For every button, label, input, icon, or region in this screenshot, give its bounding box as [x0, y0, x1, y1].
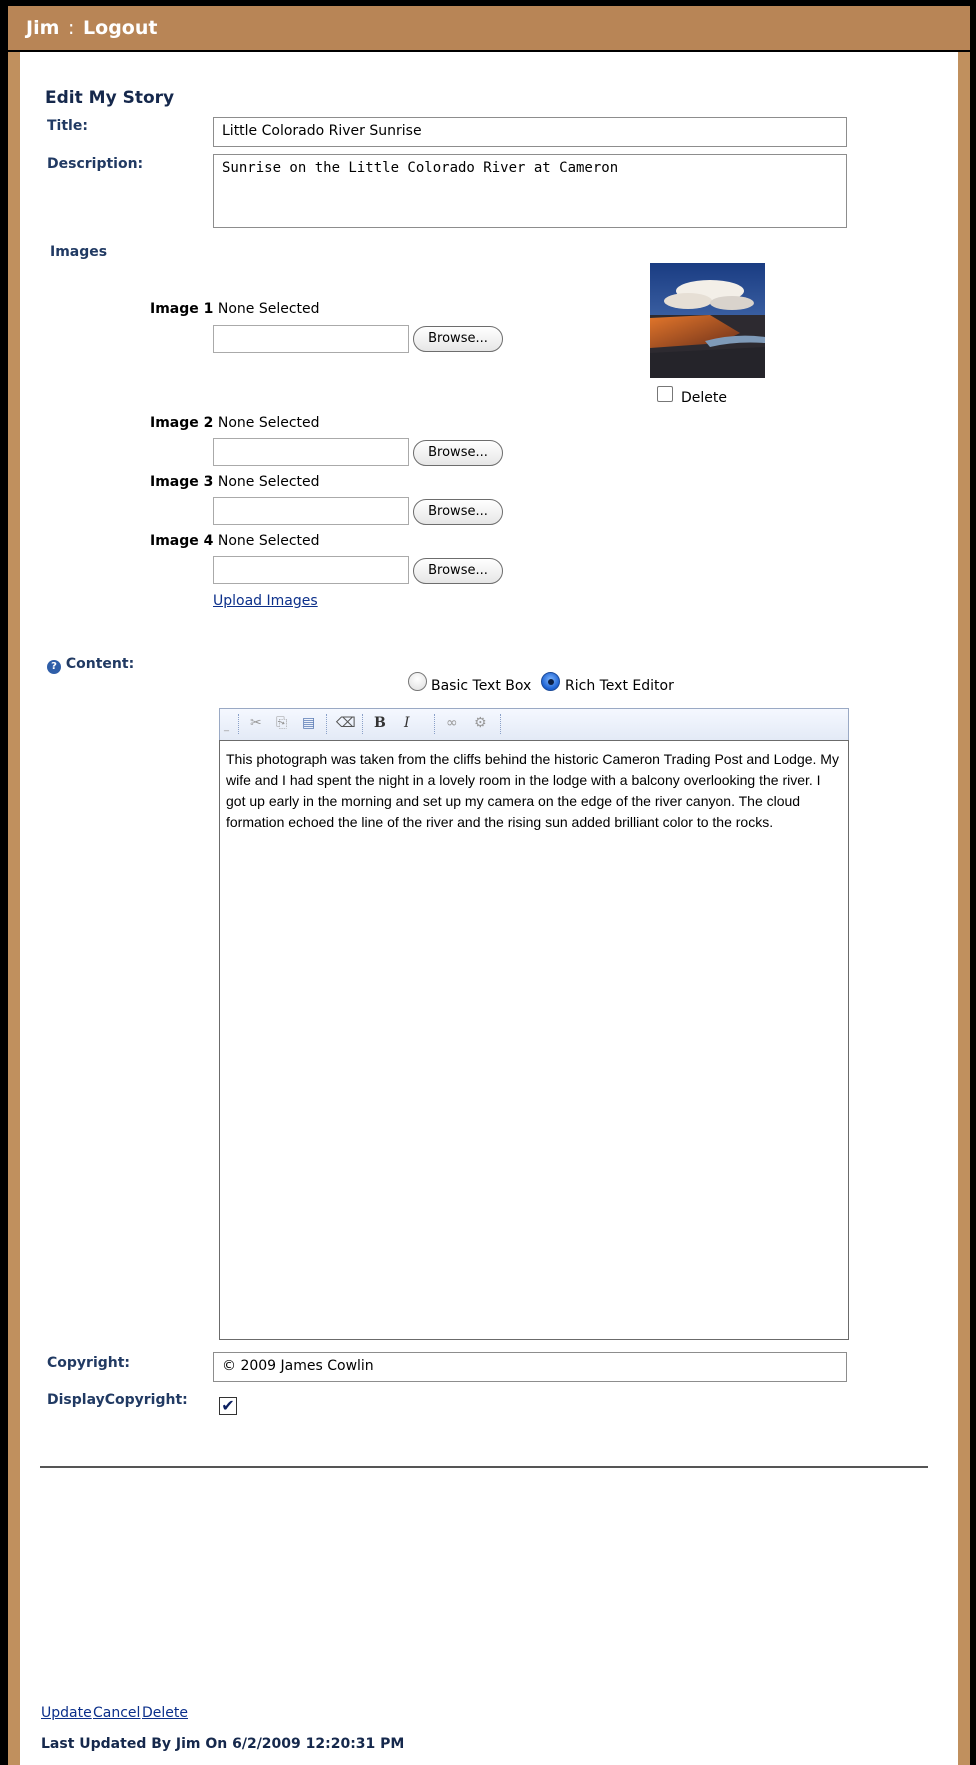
- image-4-file-input[interactable]: [213, 556, 409, 584]
- page-title: Edit My Story: [45, 88, 175, 108]
- story-image-thumbnail: [650, 263, 765, 378]
- basic-text-box-radio[interactable]: [408, 672, 427, 691]
- basic-text-box-label: Basic Text Box: [431, 678, 532, 694]
- delete-link[interactable]: Delete: [142, 1705, 188, 1721]
- divider: [40, 1466, 928, 1468]
- content-label-row: ? Content:: [47, 656, 134, 674]
- logout-link[interactable]: Logout: [83, 17, 157, 39]
- last-updated-text: Last Updated By Jim On 6/2/2009 12:20:31…: [41, 1736, 405, 1752]
- description-textarea[interactable]: Sunrise on the Little Colorado River at …: [213, 154, 847, 228]
- image-1-browse-button[interactable]: Browse...: [413, 326, 503, 352]
- help-icon[interactable]: ?: [47, 660, 61, 674]
- image-2-label: Image 2: [150, 415, 214, 431]
- copy-icon[interactable]: ⎘: [276, 715, 287, 731]
- side-border-left: [8, 6, 20, 1765]
- display-copyright-checkbox[interactable]: ✔: [219, 1397, 237, 1415]
- rich-text-editor-area[interactable]: This photograph was taken from the cliff…: [219, 740, 849, 1340]
- frame-right-border: [970, 0, 976, 1765]
- rich-text-editor-radio[interactable]: [541, 672, 560, 691]
- cut-icon[interactable]: ✂: [250, 715, 262, 731]
- delete-image-label: Delete: [681, 390, 727, 406]
- unlink-icon[interactable]: ⚙: [474, 715, 487, 731]
- italic-button[interactable]: I: [404, 715, 410, 731]
- toolbar-separator: [500, 714, 501, 734]
- image-2-row-label: Image 2 None Selected: [150, 415, 320, 431]
- image-1-row-label: Image 1 None Selected: [150, 301, 320, 317]
- eraser-icon[interactable]: ⌫: [336, 715, 356, 731]
- image-1-status: None Selected: [217, 301, 320, 317]
- toolbar-separator: [238, 714, 239, 734]
- side-border-right: [958, 6, 970, 1765]
- image-2-browse-button[interactable]: Browse...: [413, 440, 503, 466]
- image-1-file-input[interactable]: [213, 325, 409, 353]
- toolbar-separator: [326, 714, 327, 734]
- nav-separator: :: [68, 17, 75, 39]
- update-link[interactable]: Update: [41, 1705, 92, 1721]
- image-3-label: Image 3: [150, 474, 214, 490]
- title-input[interactable]: Little Colorado River Sunrise: [213, 117, 847, 147]
- image-2-file-input[interactable]: [213, 438, 409, 466]
- rich-text-editor-label: Rich Text Editor: [565, 678, 674, 694]
- image-3-row-label: Image 3 None Selected: [150, 474, 320, 490]
- header-bar: Jim : Logout: [8, 6, 970, 52]
- editor-toolbar: _ ✂ ⎘ ▤ ⌫ B I ∞ ⚙: [219, 708, 849, 740]
- image-1-label: Image 1: [150, 301, 214, 317]
- upload-images-link[interactable]: Upload Images: [213, 593, 318, 609]
- content-label: Content:: [65, 656, 135, 672]
- user-link[interactable]: Jim: [26, 17, 59, 39]
- images-label: Images: [50, 244, 108, 260]
- copyright-label: Copyright:: [47, 1355, 131, 1371]
- paste-icon[interactable]: ▤: [302, 715, 315, 731]
- title-label: Title:: [47, 118, 88, 134]
- image-4-status: None Selected: [217, 533, 320, 549]
- bold-button[interactable]: B: [374, 715, 386, 731]
- copyright-input[interactable]: © 2009 James Cowlin: [213, 1352, 847, 1382]
- display-copyright-label: DisplayCopyright:: [47, 1392, 188, 1408]
- image-2-status: None Selected: [217, 415, 320, 431]
- image-4-browse-button[interactable]: Browse...: [413, 558, 503, 584]
- delete-image-checkbox[interactable]: [657, 386, 673, 402]
- image-3-browse-button[interactable]: Browse...: [413, 499, 503, 525]
- toolbar-collapse-icon[interactable]: _: [224, 721, 229, 732]
- toolbar-separator: [434, 714, 435, 734]
- frame-left-border: [0, 0, 8, 1765]
- cancel-link[interactable]: Cancel: [93, 1705, 140, 1721]
- description-label: Description:: [47, 156, 144, 172]
- image-3-file-input[interactable]: [213, 497, 409, 525]
- link-icon[interactable]: ∞: [446, 715, 458, 731]
- image-4-row-label: Image 4 None Selected: [150, 533, 320, 549]
- user-nav: Jim : Logout: [26, 17, 157, 39]
- image-3-status: None Selected: [217, 474, 320, 490]
- image-4-label: Image 4: [150, 533, 214, 549]
- toolbar-separator: [362, 714, 363, 734]
